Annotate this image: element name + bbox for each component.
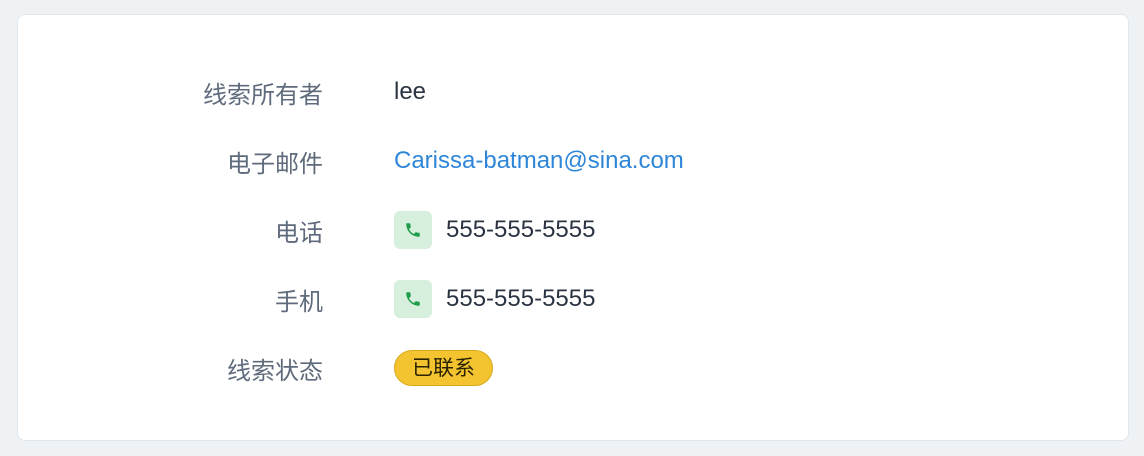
phone-icon bbox=[406, 292, 420, 306]
lead-detail-card: 线索所有者 lee 电子邮件 Carissa-batman@sina.com 电… bbox=[17, 14, 1129, 441]
phone-row: 电话 555-555-5555 bbox=[18, 210, 1128, 250]
mobile-row: 手机 555-555-5555 bbox=[18, 279, 1128, 319]
mobile-label: 手机 bbox=[275, 288, 323, 316]
status-row: 线索状态 已联系 bbox=[18, 348, 1128, 388]
status-badge: 已联系 bbox=[394, 350, 493, 386]
mobile-value: 555-555-5555 bbox=[446, 285, 596, 312]
phone-value: 555-555-5555 bbox=[446, 216, 596, 243]
email-link[interactable]: Carissa-batman@sina.com bbox=[394, 147, 684, 175]
email-row: 电子邮件 Carissa-batman@sina.com bbox=[18, 141, 1128, 181]
status-label: 线索状态 bbox=[227, 357, 323, 385]
owner-row: 线索所有者 lee bbox=[18, 72, 1128, 112]
owner-value: lee bbox=[394, 78, 427, 105]
phone-call-button[interactable] bbox=[394, 211, 432, 249]
owner-label: 线索所有者 bbox=[203, 81, 323, 109]
phone-icon bbox=[406, 223, 420, 237]
mobile-call-button[interactable] bbox=[394, 280, 432, 318]
email-label: 电子邮件 bbox=[227, 150, 323, 178]
phone-label: 电话 bbox=[275, 219, 323, 247]
